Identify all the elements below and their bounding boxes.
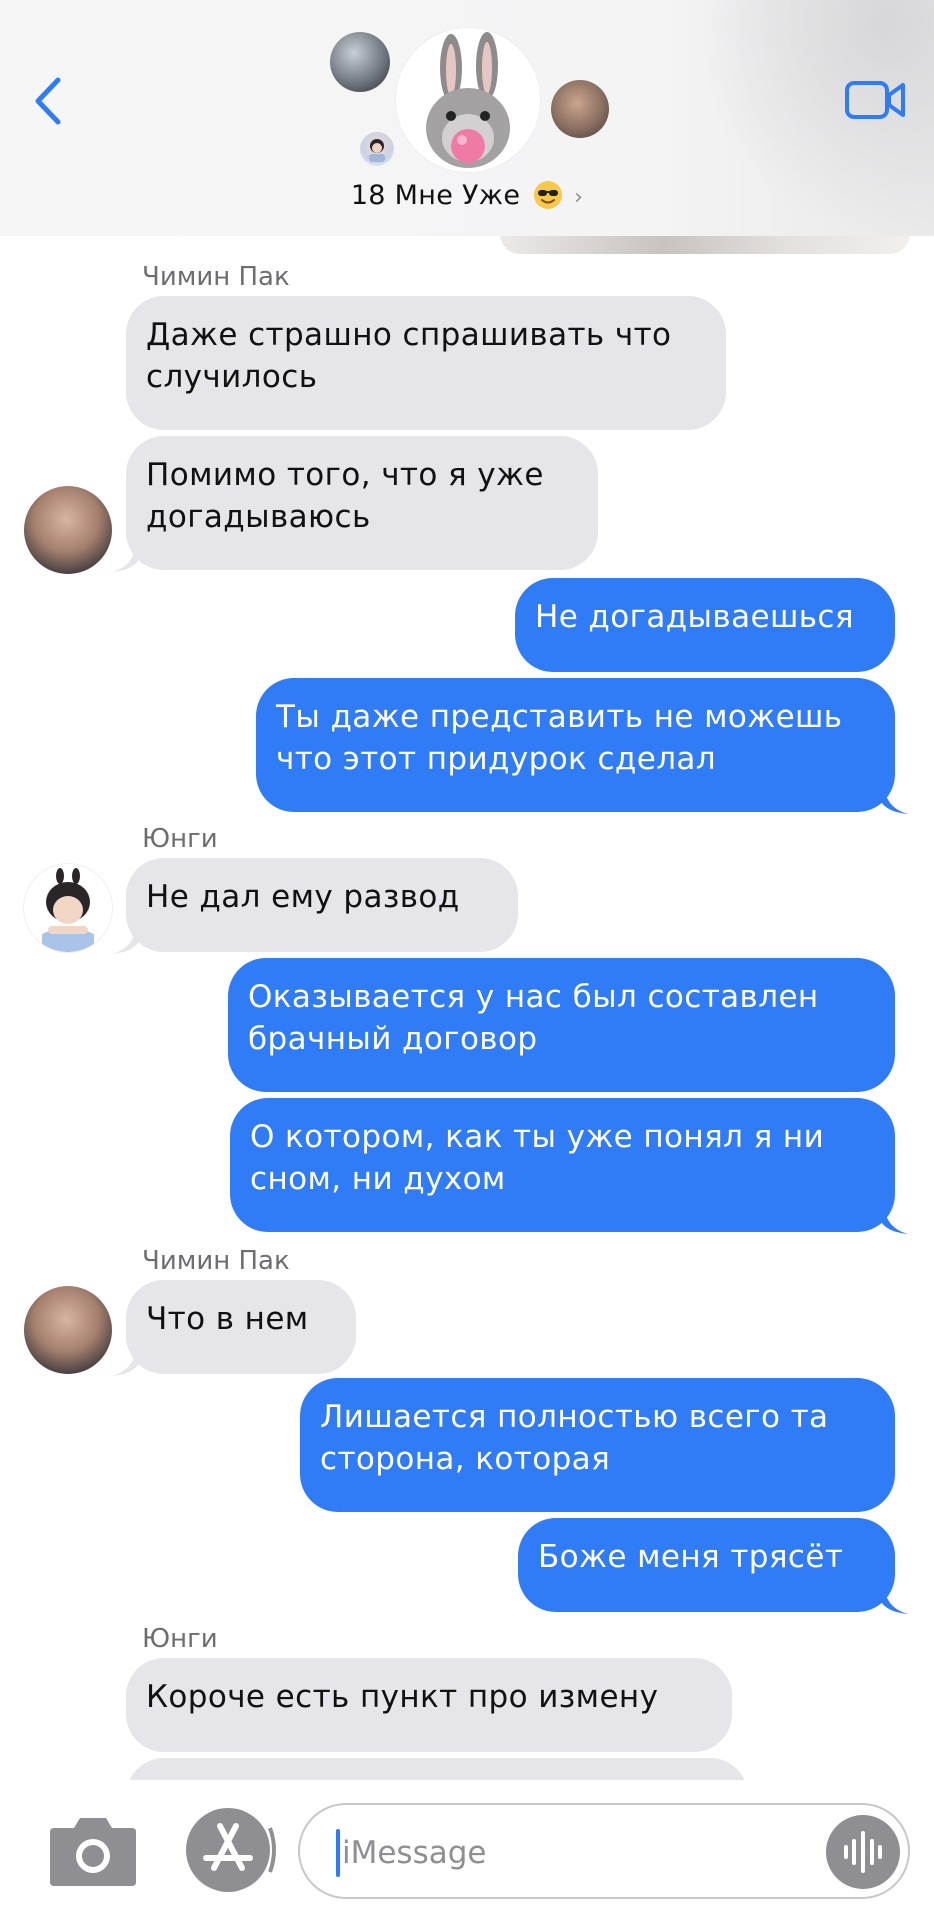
message-input-field[interactable] <box>298 1803 910 1899</box>
chevron-right-icon: › <box>574 185 584 210</box>
sender-name: Юнги <box>142 1624 218 1654</box>
bubble-tail <box>112 1348 140 1376</box>
message-input[interactable] <box>340 1823 804 1883</box>
outgoing-message[interactable]: Не догадываешься <box>515 578 895 672</box>
chevron-left-icon <box>35 77 61 125</box>
audio-message-button[interactable] <box>826 1815 900 1889</box>
outgoing-message[interactable]: Боже меня трясёт <box>518 1518 895 1612</box>
incoming-message[interactable]: Даже страшно спрашивать что случилось <box>126 296 726 430</box>
smiling-face-with-sunglasses-icon <box>534 181 563 209</box>
sender-avatar[interactable] <box>24 1286 112 1374</box>
group-member-avatar <box>551 80 609 138</box>
incoming-message[interactable]: Не дал ему развод <box>126 858 518 952</box>
outgoing-message[interactable]: Лишается полностью всего та сторона, кот… <box>300 1378 895 1512</box>
outgoing-message[interactable]: Ты даже представить не можешь что этот п… <box>256 678 895 812</box>
bubble-tail <box>112 544 140 572</box>
video-camera-icon <box>845 81 905 119</box>
outgoing-message[interactable]: Оказывается у нас был составлен брачный … <box>228 958 895 1092</box>
incoming-message[interactable]: Помимо того, что я уже догадываюсь <box>126 436 598 570</box>
back-button[interactable] <box>30 76 70 126</box>
audio-waveform-icon <box>844 1831 882 1873</box>
conversation-header: 18 Мне Уже › <box>0 0 934 236</box>
app-store-icon <box>186 1808 276 1892</box>
sender-avatar[interactable] <box>24 486 112 574</box>
incoming-message[interactable]: Что в нем <box>126 1280 356 1374</box>
app-store-button[interactable] <box>182 1804 278 1896</box>
incoming-message[interactable]: Короче есть пункт про измену <box>126 1658 732 1752</box>
bubble-tail <box>880 1206 908 1234</box>
bubble-tail <box>112 926 140 954</box>
bunny-bubblegum-image <box>396 28 540 172</box>
group-avatar[interactable] <box>396 28 540 172</box>
camera-icon <box>50 1818 136 1886</box>
group-name: 18 Мне Уже <box>350 180 521 211</box>
camera-button[interactable] <box>48 1812 138 1888</box>
outgoing-message[interactable]: О котором, как ты уже понял я ни сном, н… <box>230 1098 895 1232</box>
video-call-button[interactable] <box>845 80 907 120</box>
group-member-avatar <box>330 32 390 92</box>
group-name-button[interactable]: 18 Мне Уже › <box>0 180 934 211</box>
sender-name: Чимин Пак <box>142 1246 290 1276</box>
sender-name: Юнги <box>142 824 218 854</box>
group-member-avatar <box>360 132 394 166</box>
bubble-tail <box>880 786 908 814</box>
bubble-tail <box>880 1586 908 1614</box>
sender-name: Чимин Пак <box>142 262 290 292</box>
sender-avatar[interactable] <box>24 864 112 952</box>
